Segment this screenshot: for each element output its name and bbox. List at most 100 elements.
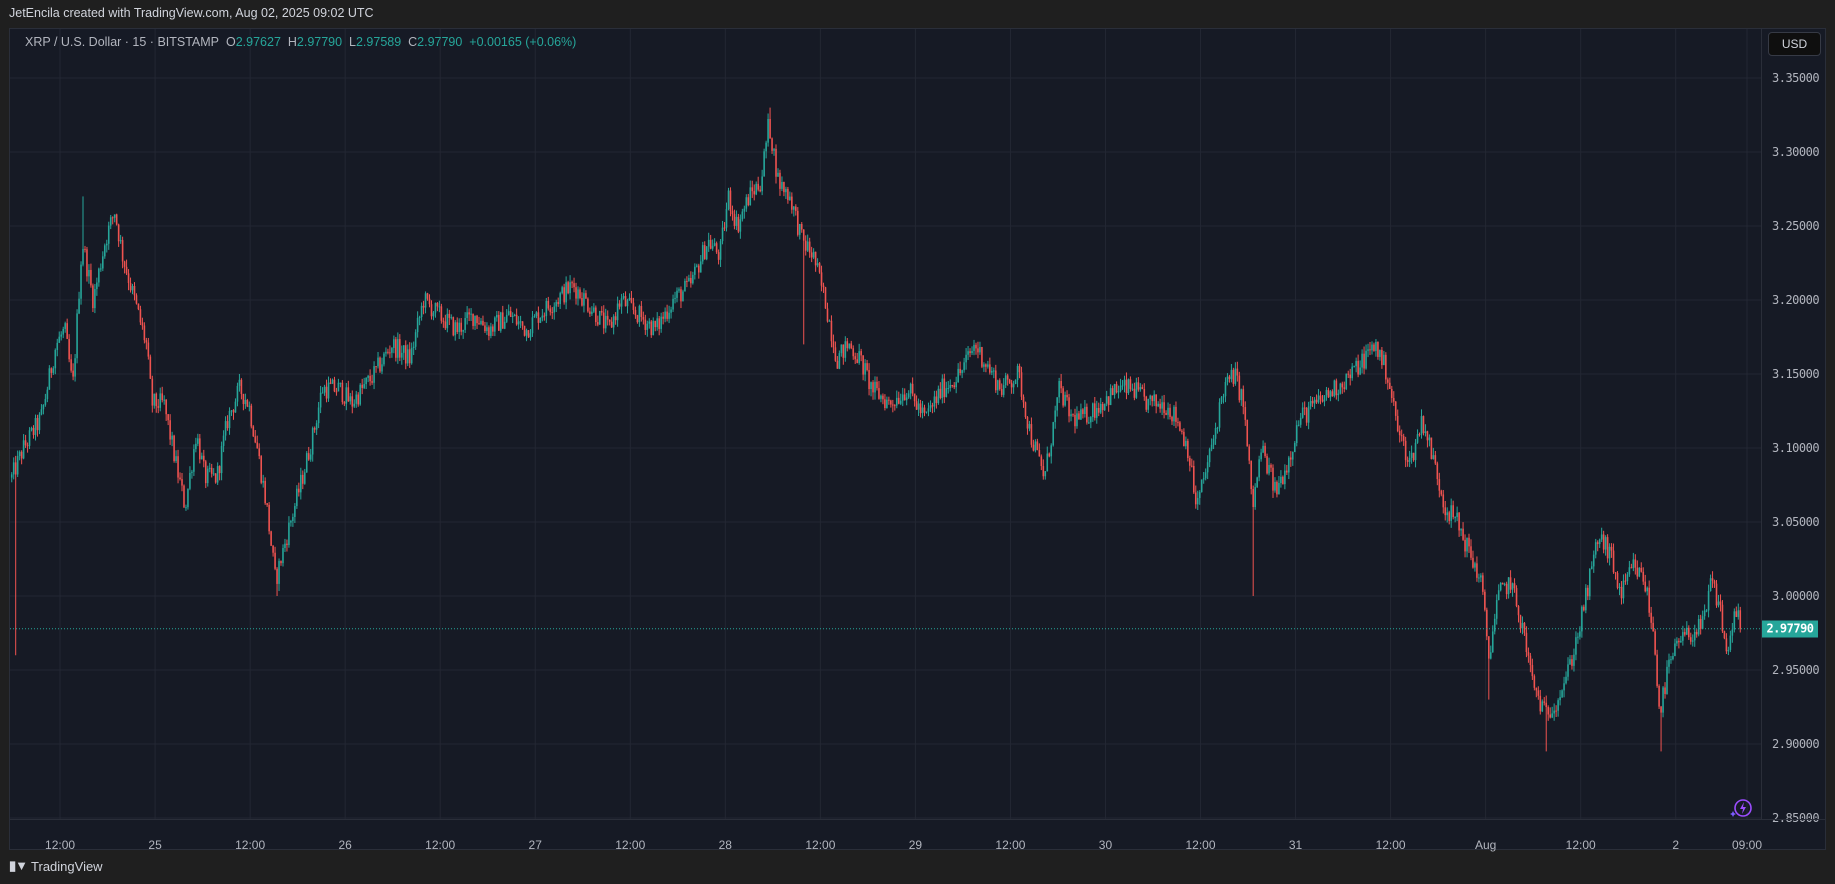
candle-down	[115, 214, 118, 225]
candle-down	[935, 396, 938, 404]
candle-up	[993, 370, 995, 372]
candle-up	[1569, 659, 1571, 665]
ai-lightning-icon[interactable]	[1729, 797, 1753, 819]
candle-down	[1141, 387, 1144, 389]
candle-down	[26, 445, 29, 447]
candle-up	[1317, 395, 1320, 403]
candle-down	[157, 406, 160, 408]
candle-down	[923, 407, 926, 413]
candle-down	[1634, 559, 1637, 568]
candle-down	[460, 322, 462, 332]
candle-up	[46, 389, 49, 400]
candle-up	[458, 322, 461, 333]
candle-up	[785, 188, 787, 193]
candle-up	[1034, 441, 1037, 451]
candle-down	[1529, 655, 1532, 666]
candle-down	[137, 303, 140, 310]
candle-up	[290, 520, 292, 523]
candle-down	[1181, 430, 1183, 432]
candle-down	[753, 191, 756, 195]
symbol-legend: XRP / U.S. Dollar · 15 · BITSTAMP O2.976…	[25, 35, 576, 49]
candle-down	[527, 330, 530, 338]
candle-down	[747, 197, 750, 206]
candle-up	[1428, 437, 1431, 441]
tradingview-logo-icon[interactable]: ▮▼	[9, 858, 28, 874]
candle-down	[1630, 567, 1633, 569]
candle-up	[1226, 376, 1229, 382]
candle-up	[743, 208, 746, 212]
candle-up	[1131, 388, 1134, 390]
candle-down	[824, 287, 827, 309]
candle-up	[1503, 583, 1506, 585]
candle-down	[1125, 379, 1128, 394]
candle-down	[1545, 702, 1548, 708]
low-value: 2.97589	[355, 35, 402, 49]
candle-up	[763, 151, 765, 177]
candle-down	[1448, 512, 1451, 521]
candle-up	[1353, 366, 1355, 368]
candle-up	[696, 265, 698, 267]
footer-brand[interactable]: TradingView	[31, 859, 103, 874]
candle-up	[1456, 512, 1458, 518]
candle-down	[1377, 341, 1379, 357]
candle-up	[676, 290, 678, 298]
candle-down	[32, 427, 35, 435]
time-tick-label: 12:00	[425, 838, 456, 852]
candle-up	[80, 264, 82, 299]
candle-up	[1345, 373, 1348, 389]
candle-up	[870, 382, 872, 390]
candle-down	[117, 224, 120, 242]
candle-down	[129, 282, 132, 291]
grid-lines	[10, 29, 1761, 819]
candle-down	[379, 357, 381, 372]
candle-up	[604, 315, 607, 329]
candle-up	[74, 358, 76, 377]
candle-up	[1224, 381, 1227, 397]
candle-down	[567, 282, 569, 294]
candle-up	[191, 471, 193, 473]
candle-down	[796, 210, 799, 235]
candlestick-chart[interactable]	[0, 0, 1835, 884]
candle-up	[1064, 394, 1066, 406]
candle-up	[838, 353, 841, 369]
candle-down	[709, 239, 712, 249]
candle-up	[187, 488, 189, 508]
currency-button[interactable]: USD	[1768, 32, 1821, 56]
candle-down	[856, 359, 858, 363]
candle-down	[1319, 395, 1322, 400]
candle-down	[913, 393, 916, 402]
candle-down	[852, 348, 855, 357]
candle-down	[1664, 687, 1666, 694]
candle-up	[1608, 546, 1611, 559]
candle-down	[1331, 391, 1334, 397]
candle-up	[996, 380, 999, 391]
candle-up	[1375, 341, 1377, 351]
candle-up	[305, 453, 308, 473]
time-tick-label: 26	[338, 838, 352, 852]
candle-up	[1307, 406, 1310, 423]
candle-up	[1367, 349, 1369, 351]
candle-up	[1206, 462, 1209, 473]
candle-up	[42, 404, 45, 410]
candle-down	[1290, 457, 1292, 460]
candle-down	[456, 322, 459, 333]
candle-down	[547, 300, 550, 309]
candle-up	[107, 225, 110, 244]
candle-up	[517, 321, 520, 325]
candle-up	[383, 353, 385, 365]
candle-down	[444, 321, 447, 329]
candle-up	[1262, 445, 1264, 453]
candle-up	[1414, 442, 1417, 461]
candle-down	[426, 293, 429, 299]
candle-down	[610, 321, 613, 328]
candle-up	[1220, 397, 1223, 403]
candle-down	[1596, 542, 1599, 545]
candle-down	[1183, 431, 1185, 447]
candle-up	[1424, 431, 1427, 434]
candle-down	[1036, 441, 1039, 450]
candle-up	[1577, 636, 1579, 638]
candle-up	[577, 289, 579, 299]
candle-up	[1260, 452, 1262, 460]
candle-up	[539, 317, 542, 323]
candle-up	[337, 382, 340, 392]
